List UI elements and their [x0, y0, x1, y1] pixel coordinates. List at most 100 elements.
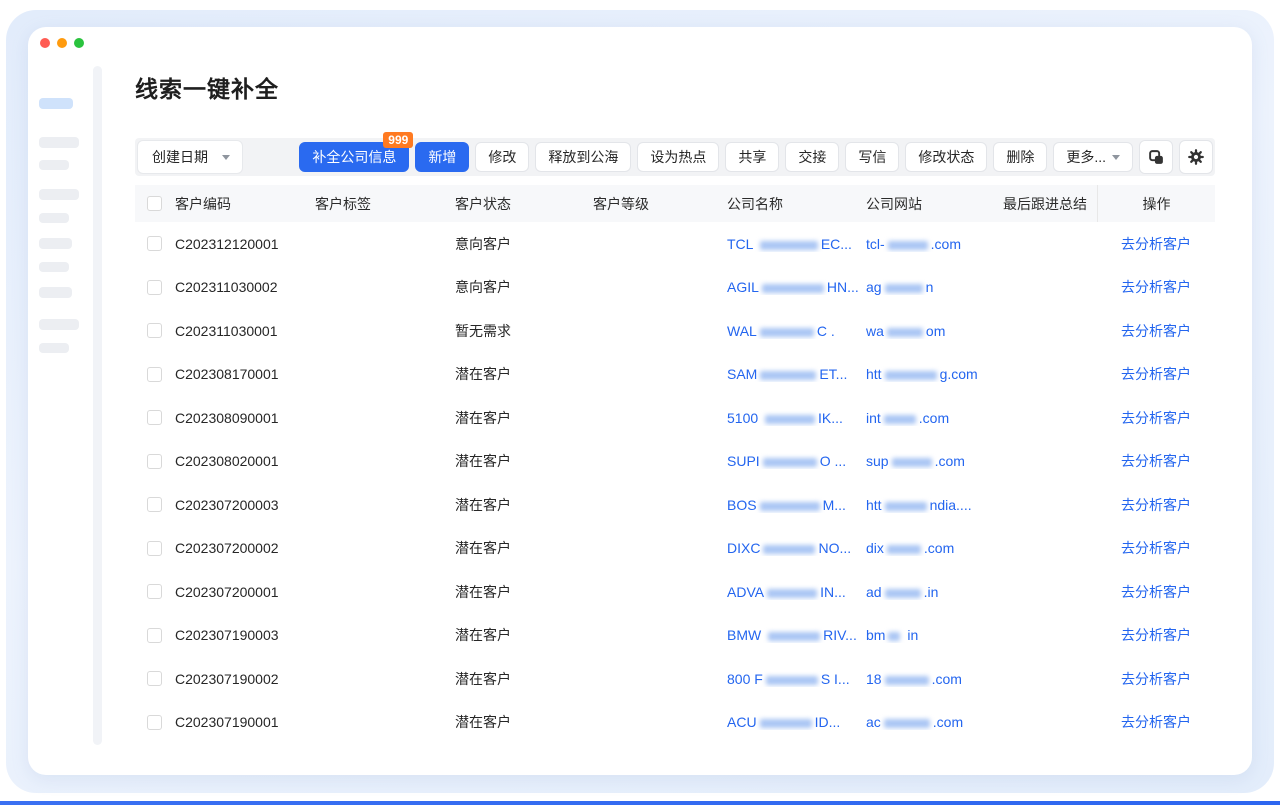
table-row: C202311030001 暂无需求 WALC . waom 去分析客户: [135, 309, 1215, 353]
company-pre: SUPI: [727, 453, 760, 469]
company-post: RIV...: [823, 627, 857, 643]
col-customer-tag[interactable]: 客户标签: [315, 194, 455, 214]
page-title: 线索一键补全: [135, 70, 279, 104]
company-redacted: [760, 719, 812, 728]
col-customer-status[interactable]: 客户状态: [455, 194, 593, 214]
site-pre: ad: [866, 584, 882, 600]
company-name-link[interactable]: SUPI O ...: [727, 453, 866, 469]
select-all-checkbox[interactable]: [147, 196, 162, 211]
sidebar-item-active[interactable]: [39, 98, 73, 109]
site-redacted: [885, 371, 937, 380]
analyze-customer-link[interactable]: 去分析客户: [1121, 714, 1191, 730]
col-company-website[interactable]: 公司网站: [866, 194, 1003, 214]
toolbar-button[interactable]: 修改状态: [905, 142, 987, 172]
toolbar-button[interactable]: 写信: [845, 142, 899, 172]
analyze-customer-link[interactable]: 去分析客户: [1121, 279, 1191, 295]
company-website-link[interactable]: bm in: [866, 627, 1003, 643]
analyze-customer-link[interactable]: 去分析客户: [1121, 236, 1191, 252]
col-company-name[interactable]: 公司名称: [727, 194, 866, 214]
company-website-link[interactable]: httg.com: [866, 366, 1003, 382]
company-name-link[interactable]: AGILHN...: [727, 279, 866, 295]
bottom-accent-line: [0, 801, 1280, 805]
analyze-customer-link[interactable]: 去分析客户: [1121, 366, 1191, 382]
company-name-link[interactable]: ACUID...: [727, 714, 866, 730]
analyze-customer-link[interactable]: 去分析客户: [1121, 497, 1191, 513]
row-checkbox[interactable]: [147, 541, 162, 556]
table-row: C202307190002 潜在客户 800 FS I... 18.com 去分…: [135, 657, 1215, 701]
company-website-link[interactable]: httndia....: [866, 497, 1003, 513]
col-customer-code[interactable]: 客户编码: [175, 194, 315, 214]
row-checkbox[interactable]: [147, 671, 162, 686]
company-website-link[interactable]: ag n: [866, 279, 1003, 295]
analyze-customer-link[interactable]: 去分析客户: [1121, 671, 1191, 687]
company-website-link[interactable]: 18.com: [866, 671, 1003, 687]
company-post: IK...: [818, 410, 843, 426]
close-dot[interactable]: [40, 38, 50, 48]
analyze-customer-link[interactable]: 去分析客户: [1121, 323, 1191, 339]
site-pre: htt: [866, 366, 882, 382]
company-name-link[interactable]: BOSM...: [727, 497, 866, 513]
settings-button[interactable]: [1179, 140, 1213, 174]
customer-code: C202312120001: [175, 236, 315, 252]
sidebar-skeleton-item: [39, 137, 79, 148]
minimize-dot[interactable]: [57, 38, 67, 48]
analyze-customer-link[interactable]: 去分析客户: [1121, 540, 1191, 556]
col-last-followup[interactable]: 最后跟进总结: [1003, 194, 1097, 214]
company-name-link[interactable]: SAMET...: [727, 366, 866, 382]
company-name-link[interactable]: 5100 IK...: [727, 410, 866, 426]
site-pre: sup: [866, 453, 889, 469]
company-pre: TCL: [727, 236, 757, 252]
company-website-link[interactable]: ac.com: [866, 714, 1003, 730]
analyze-customer-link[interactable]: 去分析客户: [1121, 584, 1191, 600]
company-redacted: [768, 632, 820, 641]
row-checkbox[interactable]: [147, 410, 162, 425]
toolbar-button[interactable]: 删除: [993, 142, 1047, 172]
row-checkbox[interactable]: [147, 584, 162, 599]
company-post: O ...: [820, 453, 846, 469]
customer-status: 潜在客户: [455, 538, 593, 558]
company-name-link[interactable]: 800 FS I...: [727, 671, 866, 687]
analyze-customer-link[interactable]: 去分析客户: [1121, 410, 1191, 426]
date-filter-dropdown[interactable]: 创建日期: [137, 140, 243, 174]
toolbar-button[interactable]: 共享: [725, 142, 779, 172]
company-website-link[interactable]: dix.com: [866, 540, 1003, 556]
customer-status: 潜在客户: [455, 582, 593, 602]
row-checkbox[interactable]: [147, 367, 162, 382]
analyze-customer-link[interactable]: 去分析客户: [1121, 453, 1191, 469]
sync-button[interactable]: [1139, 140, 1173, 174]
company-website-link[interactable]: int.com: [866, 410, 1003, 426]
row-checkbox[interactable]: [147, 497, 162, 512]
table-row: C202307200003 潜在客户 BOSM... httndia.... 去…: [135, 483, 1215, 527]
company-name-link[interactable]: WALC .: [727, 323, 866, 339]
company-pre: 800 F: [727, 671, 763, 687]
col-customer-level[interactable]: 客户等级: [593, 194, 727, 214]
row-checkbox[interactable]: [147, 454, 162, 469]
row-checkbox[interactable]: [147, 280, 162, 295]
company-website-link[interactable]: sup.com: [866, 453, 1003, 469]
analyze-customer-link[interactable]: 去分析客户: [1121, 627, 1191, 643]
site-post: n: [926, 279, 934, 295]
row-checkbox[interactable]: [147, 628, 162, 643]
add-button[interactable]: 新增: [415, 142, 469, 172]
maximize-dot[interactable]: [74, 38, 84, 48]
company-website-link[interactable]: ad.in: [866, 584, 1003, 600]
row-checkbox[interactable]: [147, 236, 162, 251]
toolbar-button[interactable]: 设为热点: [637, 142, 719, 172]
table-row: C202308020001 潜在客户 SUPIO ... sup.com 去分析…: [135, 440, 1215, 484]
company-name-link[interactable]: DIXCNO...: [727, 540, 866, 556]
company-name-link[interactable]: ADVAIN...: [727, 584, 866, 600]
row-checkbox[interactable]: [147, 323, 162, 338]
customer-status: 潜在客户: [455, 451, 593, 471]
company-website-link[interactable]: waom: [866, 323, 1003, 339]
more-button[interactable]: 更多...: [1053, 142, 1133, 172]
site-pre: ag: [866, 279, 882, 295]
row-checkbox[interactable]: [147, 715, 162, 730]
company-website-link[interactable]: tcl-.com: [866, 236, 1003, 252]
company-name-link[interactable]: TCL EC...: [727, 236, 866, 252]
toolbar-button[interactable]: 修改: [475, 142, 529, 172]
settings-gear-icon: [1187, 148, 1205, 166]
company-name-link[interactable]: BMW RIV...: [727, 627, 866, 643]
toolbar-button[interactable]: 交接: [785, 142, 839, 172]
toolbar-button[interactable]: 释放到公海: [535, 142, 631, 172]
site-post: .com: [924, 540, 954, 556]
